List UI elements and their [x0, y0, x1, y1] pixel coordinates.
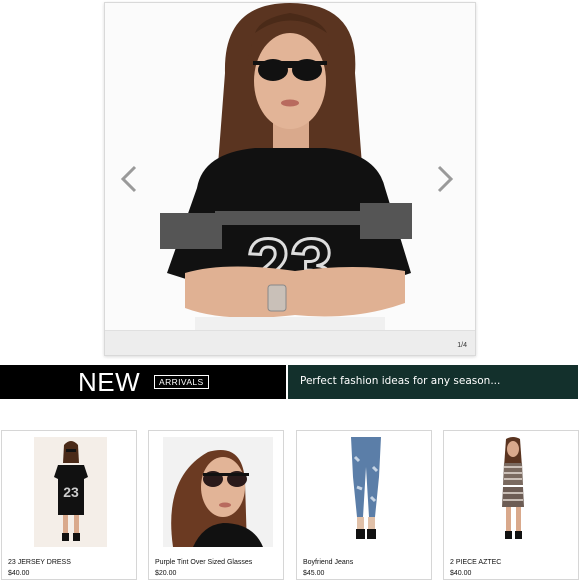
hero-photo: 23 — [105, 3, 475, 333]
slider-next-arrow[interactable] — [433, 163, 457, 195]
product-card[interactable]: 23 23 JERSEY DRESS $40.00 — [1, 430, 137, 580]
product-price: $20.00 — [155, 570, 177, 577]
product-card[interactable]: Boyfriend Jeans $45.00 — [296, 430, 432, 580]
product-name[interactable]: 2 PIECE AZTEC — [450, 559, 501, 566]
product-price: $45.00 — [303, 570, 325, 577]
arrivals-label: ARRIVALS — [154, 375, 209, 389]
product-card[interactable]: Purple Tint Over Sized Glasses $20.00 — [148, 430, 284, 580]
chevron-left-icon — [120, 165, 137, 193]
tagline-banner: Perfect fashion ideas for any season... — [288, 365, 578, 399]
product-name[interactable]: 23 JERSEY DRESS — [8, 559, 71, 566]
new-label: NEW — [78, 367, 141, 397]
product-name[interactable]: Purple Tint Over Sized Glasses — [155, 559, 252, 566]
product-price: $40.00 — [450, 570, 472, 577]
product-name[interactable]: Boyfriend Jeans — [303, 559, 353, 566]
product-image[interactable] — [163, 437, 273, 547]
hero-slider: 23 1/4 — [104, 2, 476, 356]
svg-text:23: 23 — [63, 484, 79, 500]
slider-prev-arrow[interactable] — [117, 163, 141, 195]
product-image[interactable] — [476, 437, 549, 547]
slide-counter: 1/4 — [457, 342, 467, 349]
product-card[interactable]: 2 PIECE AZTEC $40.00 — [443, 430, 579, 580]
tagline-text: Perfect fashion ideas for any season... — [300, 375, 501, 387]
slider-caption-bar: 1/4 — [105, 330, 475, 355]
product-price: $40.00 — [8, 570, 30, 577]
product-image[interactable]: 23 — [34, 437, 107, 547]
chevron-right-icon — [437, 165, 454, 193]
new-arrivals-banner[interactable]: NEW ARRIVALS — [0, 365, 286, 399]
product-image[interactable] — [329, 437, 402, 547]
